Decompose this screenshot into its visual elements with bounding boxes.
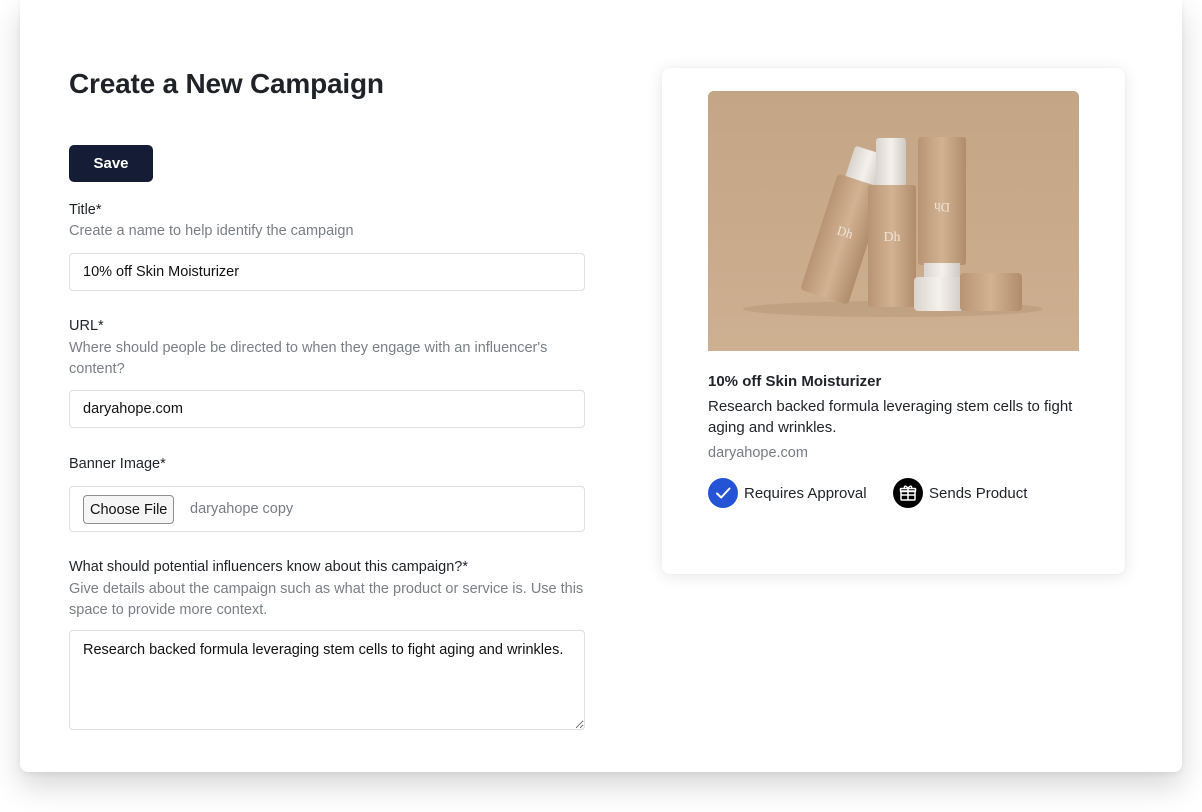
page-title: Create a New Campaign bbox=[69, 68, 384, 99]
choose-file-button[interactable]: Choose File bbox=[83, 495, 175, 524]
url-help: Where should people be directed to when … bbox=[69, 340, 548, 377]
title-label: Title* bbox=[69, 202, 102, 218]
bottle-logo-right: Dh bbox=[934, 200, 950, 215]
save-button[interactable]: Save bbox=[69, 145, 153, 182]
url-input[interactable] bbox=[69, 390, 585, 428]
check-circle-icon bbox=[708, 478, 738, 508]
sends-product-badge: Sends Product bbox=[893, 478, 1027, 508]
campaign-preview-card: Dh Dh Dh 10% off Skin Moisturizer Resear… bbox=[662, 68, 1125, 574]
banner-label: Banner Image* bbox=[69, 456, 166, 472]
details-help: Give details about the campaign such as … bbox=[69, 581, 584, 618]
preview-title: 10% off Skin Moisturizer bbox=[708, 373, 882, 390]
url-label: URL* bbox=[69, 318, 104, 334]
banner-image: Dh Dh Dh bbox=[708, 91, 1079, 351]
preview-description: Research backed formula leveraging stem … bbox=[708, 398, 1073, 436]
title-help: Create a name to help identify the campa… bbox=[69, 223, 354, 239]
title-input[interactable] bbox=[69, 253, 585, 291]
bottle-logo-center: Dh bbox=[883, 230, 900, 245]
selected-file-name: daryahope copy bbox=[190, 501, 294, 517]
requires-approval-badge: Requires Approval bbox=[708, 478, 867, 508]
banner-file-input[interactable]: Choose File daryahope copy bbox=[69, 486, 585, 532]
details-textarea[interactable]: Research backed formula leveraging stem … bbox=[69, 630, 585, 730]
details-label: What should potential influencers know a… bbox=[69, 559, 468, 575]
app-window: Create a New Campaign Save Title* Create… bbox=[20, 0, 1182, 772]
preview-url: daryahope.com bbox=[708, 445, 808, 461]
gift-icon bbox=[893, 478, 923, 508]
sends-product-label: Sends Product bbox=[929, 484, 1028, 502]
requires-approval-label: Requires Approval bbox=[744, 484, 867, 502]
